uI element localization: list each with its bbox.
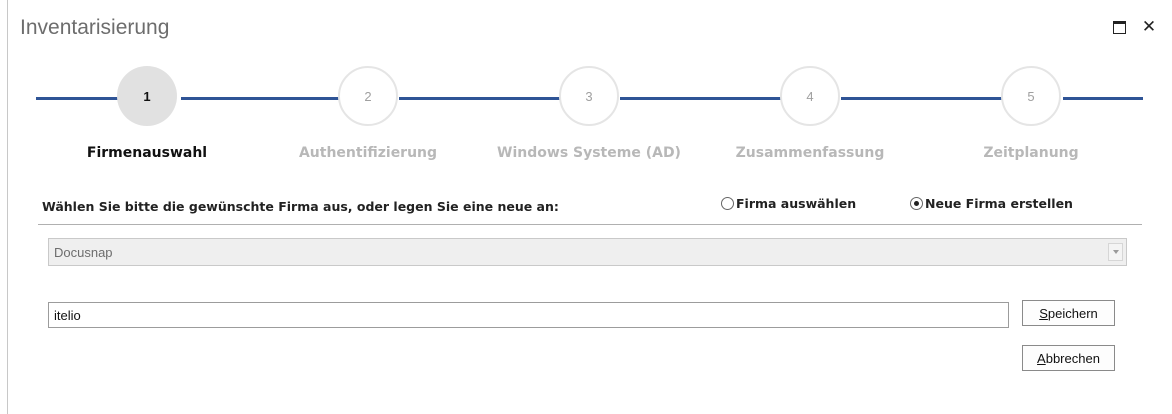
stepper-line: [36, 97, 121, 100]
step-number: 5: [1027, 88, 1035, 104]
step-1-label: Firmenauswahl: [86, 145, 208, 161]
cancel-button-label: bbrechen: [1045, 350, 1100, 366]
cancel-button-accel: A: [1037, 350, 1046, 366]
radio-new-company[interactable]: Neue Firma erstellen: [910, 196, 1073, 211]
radio-new-company-label: Neue Firma erstellen: [925, 196, 1073, 211]
dropdown-button[interactable]: [1108, 243, 1123, 261]
stepper-line: [399, 97, 561, 100]
stepper-line: [1063, 97, 1143, 100]
step-number: 3: [585, 88, 593, 104]
company-select-value: Docusnap: [54, 245, 113, 260]
step-5-label: Zeitplanung: [983, 145, 1079, 161]
step-number: 2: [364, 88, 372, 104]
step-2-label: Authentifizierung: [298, 145, 438, 161]
window-title: Inventarisierung: [20, 16, 170, 39]
maximize-icon: [1112, 20, 1126, 34]
maximize-button[interactable]: [1108, 16, 1130, 38]
step-3-circle[interactable]: 3: [559, 66, 619, 126]
cancel-button[interactable]: Abbrechen: [1022, 345, 1115, 371]
inventory-dialog: Inventarisierung ✕ 1 2 3 4 5 Firmenauswa…: [0, 0, 1172, 414]
radio-unchecked-icon: [721, 197, 734, 210]
radio-select-company[interactable]: Firma auswählen: [721, 196, 856, 211]
save-button-accel: S: [1039, 305, 1048, 321]
step-number: 4: [806, 88, 814, 104]
step-3-label: Windows Systeme (AD): [497, 145, 681, 161]
selection-prompt: Wählen Sie bitte die gewünschte Firma au…: [42, 199, 559, 214]
stepper-line: [841, 97, 1003, 100]
window-border: [7, 0, 8, 414]
step-4-circle[interactable]: 4: [780, 66, 840, 126]
save-button-label: peichern: [1047, 305, 1098, 321]
company-select[interactable]: Docusnap: [48, 238, 1127, 266]
chevron-down-icon: [1112, 250, 1119, 254]
stepper-line: [620, 97, 782, 100]
radio-select-company-label: Firma auswählen: [736, 196, 857, 211]
step-5-circle[interactable]: 5: [1001, 66, 1061, 126]
close-button[interactable]: ✕: [1138, 16, 1160, 38]
step-2-circle[interactable]: 2: [338, 66, 398, 126]
new-company-input[interactable]: [48, 302, 1009, 328]
save-button[interactable]: Speichern: [1022, 300, 1115, 326]
divider: [38, 224, 1142, 225]
step-4-label: Zusammenfassung: [735, 145, 885, 161]
step-number: 1: [143, 88, 151, 104]
close-icon: ✕: [1141, 17, 1157, 37]
stepper-line: [181, 97, 341, 100]
radio-checked-icon: [910, 197, 923, 210]
step-1-circle[interactable]: 1: [117, 66, 177, 126]
